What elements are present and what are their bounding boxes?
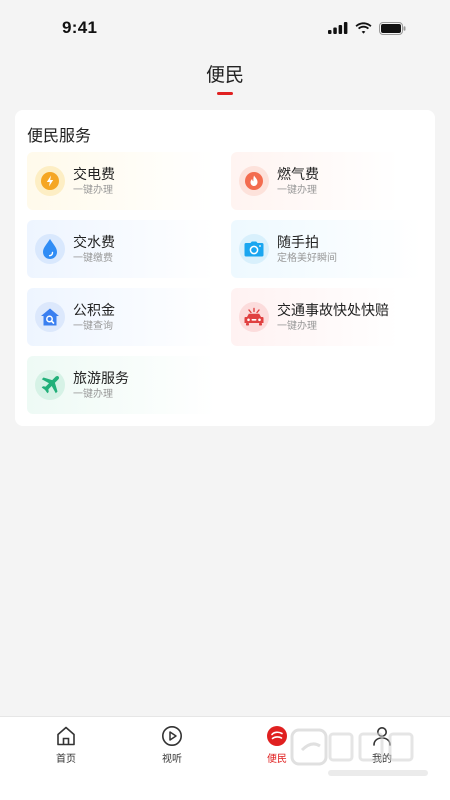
- house-search-icon: [41, 308, 59, 326]
- water-drop-icon-wrap: [35, 234, 65, 264]
- flame-icon: [245, 172, 263, 190]
- lightning-icon-wrap: [35, 166, 65, 196]
- status-time: 9:41: [62, 18, 98, 37]
- service-label: 交电费: [73, 165, 115, 182]
- service-snapshot[interactable]: 随手拍 定格美好瞬间: [231, 220, 421, 278]
- service-subtitle: 一键缴费: [73, 252, 113, 264]
- airplane-icon: [41, 375, 60, 394]
- lightning-icon: [41, 172, 59, 190]
- car-accident-icon: [244, 307, 264, 326]
- watermark-logo: [290, 728, 428, 776]
- tab-label: 视听: [162, 754, 182, 765]
- service-subtitle: 一键办理: [277, 184, 317, 196]
- service-travel[interactable]: 旅游服务 一键办理: [27, 356, 215, 414]
- car-accident-icon-wrap: [239, 302, 269, 332]
- tab-label: 便民: [267, 754, 287, 765]
- cellular-signal-icon: [328, 22, 348, 34]
- camera-icon: [244, 241, 264, 257]
- service-gas-bill[interactable]: 燃气费 一键办理: [231, 152, 399, 210]
- tab-label: 首页: [56, 754, 76, 765]
- service-label: 交通事故快处快赔: [277, 301, 389, 318]
- tab-home[interactable]: 首页: [36, 725, 96, 765]
- tab-media[interactable]: 视听: [142, 725, 202, 765]
- convenience-services-card: 便民服务 交电费 一键办理 燃气费 一键办理 交水费 一键缴费 随手拍 定格美好…: [15, 110, 435, 426]
- service-label: 随手拍: [277, 233, 319, 250]
- water-drop-icon: [43, 239, 57, 259]
- flame-icon-wrap: [239, 166, 269, 196]
- service-subtitle: 一键办理: [73, 184, 113, 196]
- service-traffic-accident[interactable]: 交通事故快处快赔 一键办理: [231, 288, 399, 346]
- service-housing-fund[interactable]: 公积金 一键查询: [27, 288, 215, 346]
- section-title: 便民服务: [27, 128, 92, 145]
- convenience-icon: [267, 726, 287, 746]
- service-subtitle: 一键办理: [73, 388, 113, 400]
- camera-icon-wrap: [239, 234, 269, 264]
- battery-icon: [379, 21, 406, 35]
- home-icon: [57, 726, 75, 746]
- service-subtitle: 一键办理: [277, 320, 317, 332]
- service-label: 公积金: [73, 301, 115, 318]
- service-label: 旅游服务: [73, 369, 129, 386]
- title-underline: [217, 92, 233, 95]
- service-electricity-bill[interactable]: 交电费 一键办理: [27, 152, 215, 210]
- house-search-icon-wrap: [35, 302, 65, 332]
- status-bar: 9:41: [0, 0, 450, 56]
- airplane-icon-wrap: [35, 370, 65, 400]
- play-icon: [162, 726, 182, 746]
- service-water-bill[interactable]: 交水费 一键缴费: [27, 220, 215, 278]
- service-subtitle: 一键查询: [73, 320, 113, 332]
- service-label: 交水费: [73, 233, 115, 250]
- service-label: 燃气费: [277, 165, 319, 182]
- service-subtitle: 定格美好瞬间: [277, 252, 337, 264]
- page-title: 便民: [205, 65, 244, 86]
- wifi-icon: [355, 22, 372, 34]
- status-icons: [328, 21, 406, 35]
